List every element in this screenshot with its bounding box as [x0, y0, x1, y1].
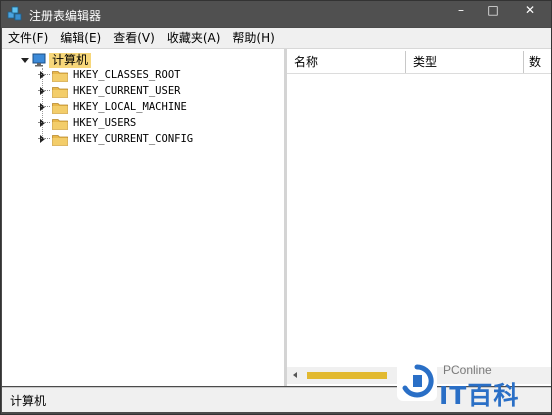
tree-item-label: HKEY_LOCAL_MACHINE	[73, 101, 187, 113]
collapse-toggle-icon[interactable]	[21, 58, 29, 63]
pconline-watermark: PConline IT百科	[393, 357, 543, 411]
tree-dots	[38, 122, 50, 124]
folder-icon	[52, 70, 68, 82]
window-title: 注册表编辑器	[29, 9, 102, 23]
tree-item-label: HKEY_USERS	[73, 117, 137, 129]
list-header: 名称 类型 数	[287, 49, 551, 74]
pconline-logo-icon	[397, 361, 437, 401]
tree-item-hkey-classes-root[interactable]: HKEY_CLASSES_ROOT	[38, 67, 180, 83]
tree-dots	[38, 138, 50, 140]
menu-bar: 文件(F) 编辑(E) 查看(V) 收藏夹(A) 帮助(H)	[2, 28, 551, 49]
tree-item-label: 计算机	[49, 52, 92, 68]
close-button[interactable]: ✕	[509, 1, 551, 21]
tree-item-computer[interactable]: 计算机	[32, 52, 92, 68]
menu-help[interactable]: 帮助(H)	[226, 28, 280, 48]
watermark-name: IT百科	[439, 381, 520, 410]
tree-dots	[38, 106, 50, 108]
maximize-button[interactable]: □	[477, 1, 509, 21]
folder-icon	[52, 86, 68, 98]
tree-dots	[38, 90, 50, 92]
tree-item-hkey-current-config[interactable]: HKEY_CURRENT_CONFIG	[38, 131, 193, 147]
window-controls: – □ ✕	[445, 1, 551, 21]
computer-icon	[32, 53, 46, 67]
menu-file[interactable]: 文件(F)	[2, 28, 54, 48]
folder-icon	[52, 118, 68, 130]
tree-item-label: HKEY_CLASSES_ROOT	[73, 69, 181, 81]
tree-dots	[38, 74, 50, 76]
watermark-brand: PConline	[443, 363, 492, 377]
tree-item-label: HKEY_CURRENT_USER	[73, 85, 181, 97]
scroll-left-arrow-icon[interactable]	[293, 372, 297, 378]
minimize-button[interactable]: –	[445, 1, 477, 21]
column-header-type[interactable]: 类型	[413, 49, 437, 73]
menu-edit[interactable]: 编辑(E)	[54, 28, 107, 48]
folder-icon	[52, 102, 68, 114]
column-divider[interactable]	[523, 51, 524, 73]
menu-favorites[interactable]: 收藏夹(A)	[161, 28, 227, 48]
folder-icon	[52, 134, 68, 146]
registry-editor-app-icon	[7, 6, 22, 21]
scrollbar-thumb[interactable]	[307, 372, 387, 379]
registry-editor-window: 注册表编辑器 – □ ✕ 文件(F) 编辑(E) 查看(V) 收藏夹(A) 帮助…	[0, 0, 552, 415]
registry-tree-pane[interactable]: 计算机 HKEY_CLASSES_ROOT HKEY_CURRENT_USER	[2, 49, 285, 386]
tree-item-label: HKEY_CURRENT_CONFIG	[73, 133, 194, 145]
column-header-data[interactable]: 数	[529, 49, 541, 73]
column-divider[interactable]	[405, 51, 406, 73]
values-list-pane[interactable]: 名称 类型 数	[287, 49, 551, 386]
tree-item-hkey-users[interactable]: HKEY_USERS	[38, 115, 136, 131]
title-bar[interactable]: 注册表编辑器 – □ ✕	[1, 1, 551, 27]
tree-item-hkey-current-user[interactable]: HKEY_CURRENT_USER	[38, 83, 180, 99]
menu-view[interactable]: 查看(V)	[107, 28, 161, 48]
column-header-name[interactable]: 名称	[294, 49, 318, 73]
tree-item-hkey-local-machine[interactable]: HKEY_LOCAL_MACHINE	[38, 99, 187, 115]
status-path: 计算机	[10, 394, 47, 408]
